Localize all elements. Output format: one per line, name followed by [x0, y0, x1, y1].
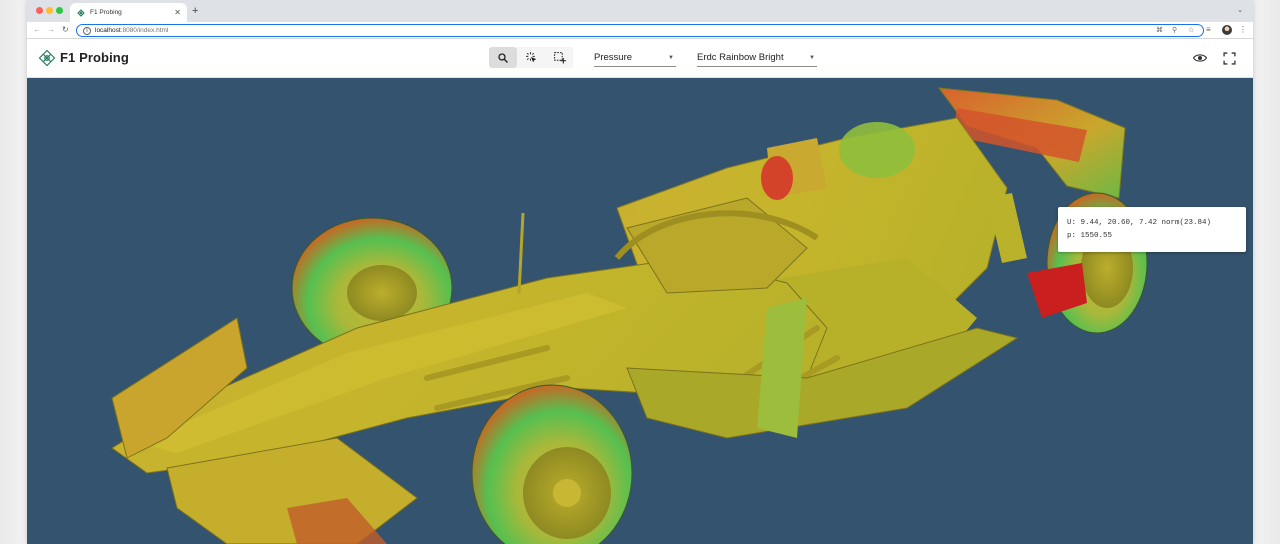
pick-point-tool-button[interactable] [517, 47, 545, 68]
arrow-left-icon[interactable]: ← [33, 24, 41, 36]
app-title: F1 Probing [60, 50, 129, 65]
field-select-value: Pressure [594, 52, 633, 63]
tab-close-icon[interactable]: ✕ [174, 8, 181, 17]
box-select-icon [553, 52, 566, 64]
probe-tooltip: U: 9.44, 20.60, 7.42 norm(23.84) p: 1550… [1058, 207, 1246, 252]
fullscreen-icon [1222, 51, 1236, 65]
left-backdrop [0, 0, 26, 544]
eye-icon [1193, 54, 1207, 62]
probe-velocity: U: 9.44, 20.60, 7.42 norm(23.84) [1067, 219, 1212, 227]
star-icon[interactable]: ☆ [1188, 25, 1194, 36]
zoom-icon[interactable]: ⚲ [1172, 25, 1177, 36]
field-select[interactable]: Pressure ▼ [594, 51, 676, 67]
browser-tab[interactable]: F1 Probing ✕ [70, 3, 187, 22]
arrow-right-icon[interactable]: → [47, 24, 55, 36]
install-app-icon[interactable]: ⌘ [1156, 25, 1163, 36]
address-bar: ← → ↻ i localhost:8080/index.html ⌘ ⚲ ☆ … [27, 22, 1253, 39]
probe-pressure: p: 1550.55 [1067, 232, 1113, 240]
url-text: localhost:8080/index.html [95, 27, 168, 35]
minimize-window-button[interactable] [46, 7, 53, 14]
tool-group [489, 47, 573, 68]
app-toolbar: F1 Probing Pressure ▼ Erdc Rainbow Brigh… [27, 39, 1253, 78]
reload-icon[interactable]: ↻ [62, 24, 69, 36]
rear-left-tyre [839, 122, 915, 178]
molecule-logo-icon [38, 49, 56, 67]
render-viewport[interactable]: U: 9.44, 20.60, 7.42 norm(23.84) p: 1550… [27, 78, 1253, 544]
tab-strip: F1 Probing ✕ + ⌄ [27, 0, 1253, 22]
colormap-select-value: Erdc Rainbow Bright [697, 52, 784, 63]
url-input[interactable]: i localhost:8080/index.html ⌘ ⚲ ☆ [76, 24, 1204, 37]
avatar[interactable] [1222, 25, 1232, 35]
tab-list-icon[interactable]: ≡ [1206, 24, 1211, 36]
tab-title: F1 Probing [90, 9, 122, 16]
new-tab-button[interactable]: + [192, 4, 198, 18]
probe-tool-button[interactable] [489, 47, 517, 68]
front-left-rim [347, 265, 417, 321]
front-right-hub [553, 479, 581, 507]
colormap-select[interactable]: Erdc Rainbow Bright ▼ [697, 51, 817, 67]
kebab-menu-icon[interactable]: ⋮ [1239, 24, 1247, 36]
visibility-toggle-button[interactable] [1192, 50, 1208, 66]
close-window-button[interactable] [36, 7, 43, 14]
url-path: :8080/index.html [120, 26, 169, 34]
tab-search-chevron-icon[interactable]: ⌄ [1237, 6, 1243, 14]
right-backdrop [1254, 0, 1280, 544]
fullscreen-button[interactable] [1221, 50, 1237, 66]
f1-car-model [111, 87, 1148, 544]
browser-window: F1 Probing ✕ + ⌄ ← → ↻ i localhost:8080/… [27, 0, 1253, 544]
search-icon [498, 52, 508, 63]
box-select-tool-button[interactable] [545, 47, 573, 68]
chevron-down-icon: ▼ [809, 55, 815, 61]
pointer-select-icon [525, 52, 536, 63]
airbox-intake [761, 156, 793, 200]
antenna [517, 212, 525, 295]
tab-favicon-icon [77, 8, 85, 17]
chevron-down-icon: ▼ [668, 55, 674, 61]
maximize-window-button[interactable] [56, 7, 63, 14]
info-icon[interactable]: i [83, 26, 91, 35]
url-host: localhost [95, 26, 121, 34]
